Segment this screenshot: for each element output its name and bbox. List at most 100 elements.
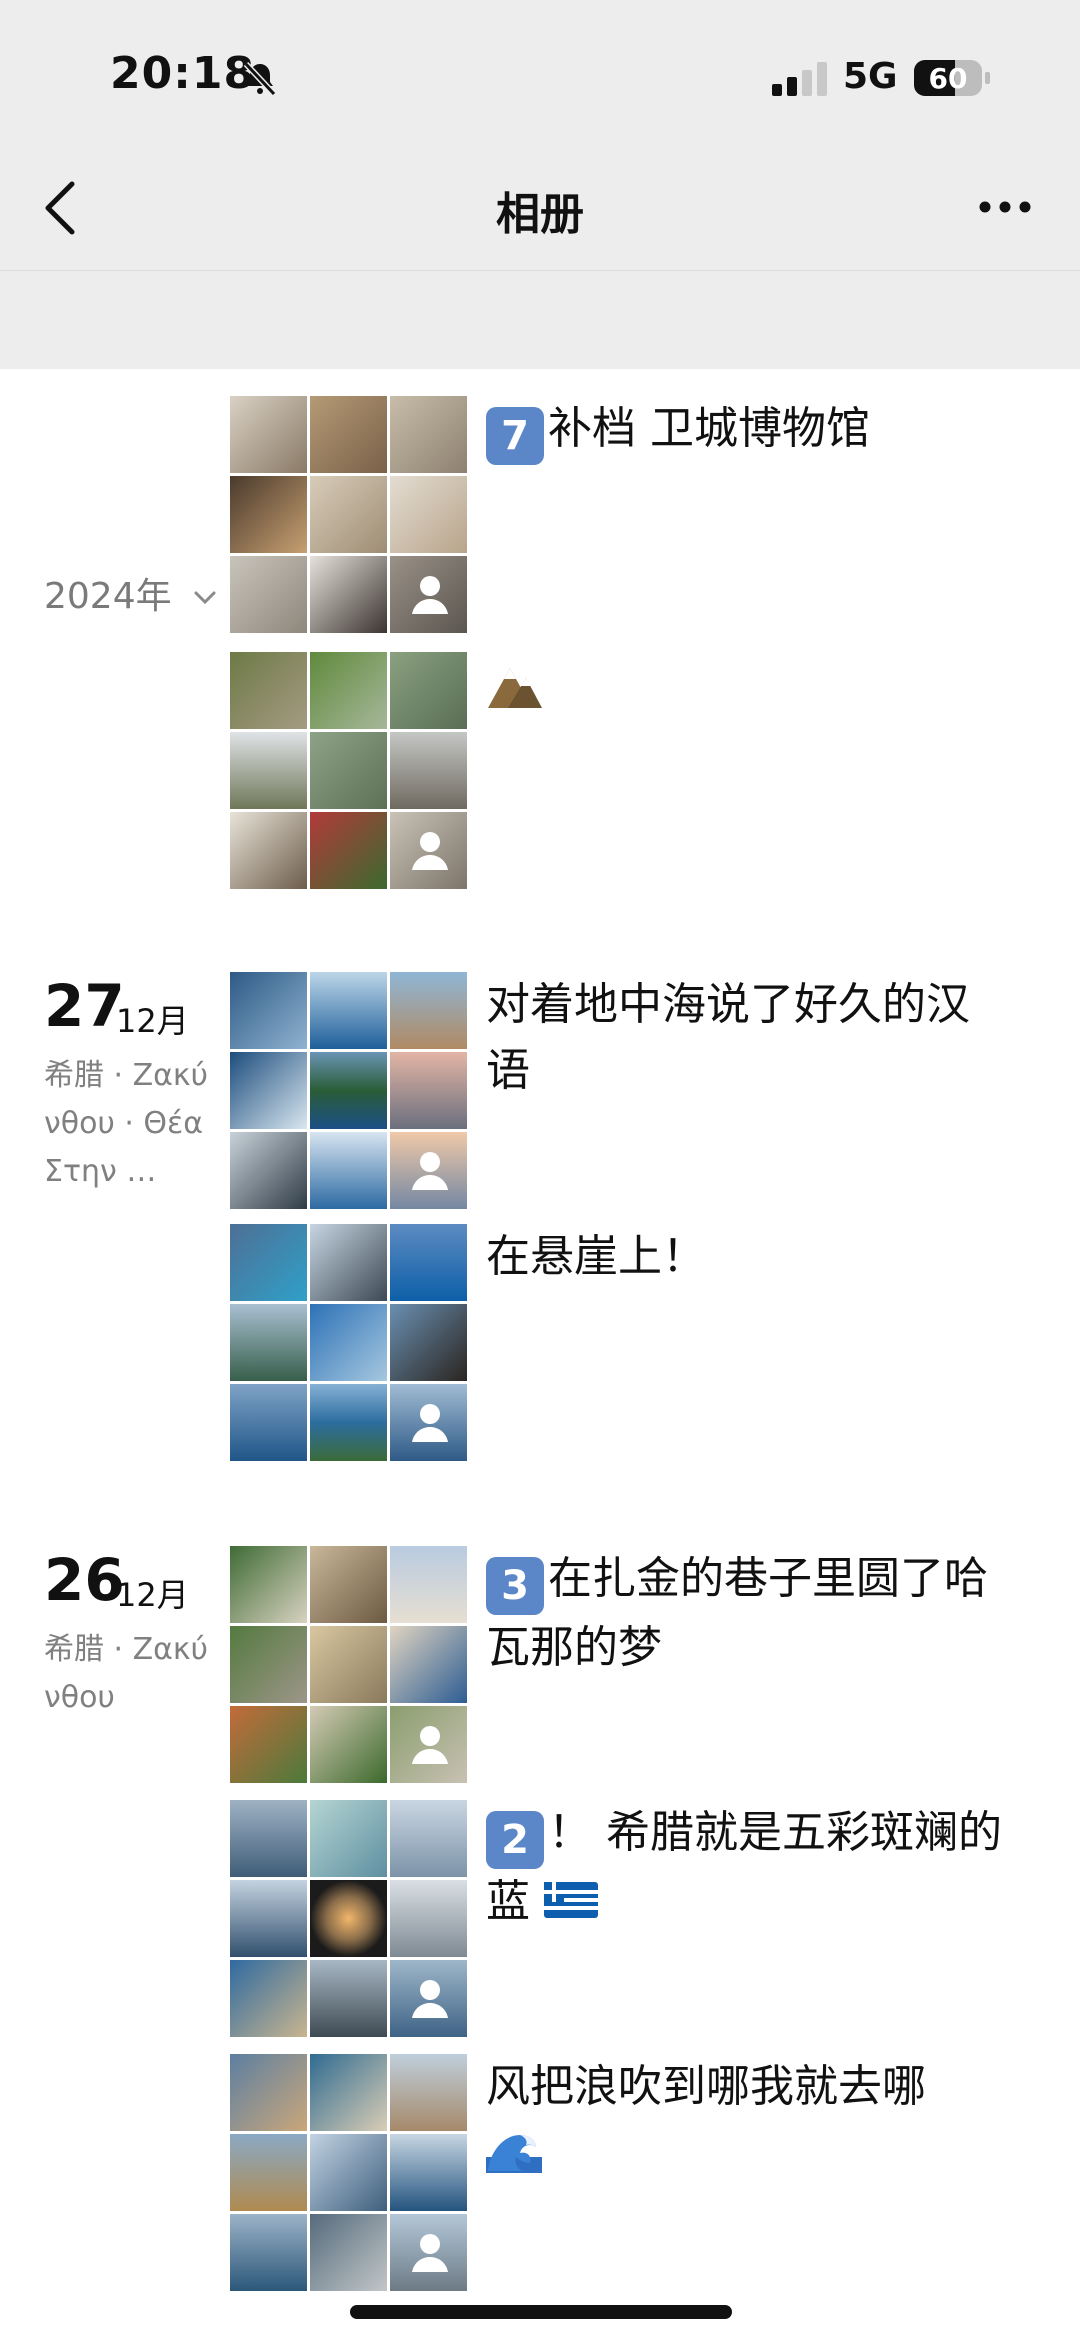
photo-thumb <box>230 1384 307 1461</box>
year-filter[interactable]: 2024年 <box>44 567 217 619</box>
photo-thumb <box>390 732 467 809</box>
photo-thumb <box>310 1546 387 1623</box>
battery-icon: 60 <box>914 60 982 96</box>
tagged-person-icon <box>412 1980 448 2018</box>
chevron-down-icon <box>194 591 216 605</box>
photo-thumb <box>230 812 307 889</box>
photo-thumb <box>390 2214 467 2291</box>
photo-thumb <box>310 812 387 889</box>
post-caption[interactable] <box>486 662 1006 729</box>
photo-thumb <box>230 2134 307 2211</box>
photo-thumb <box>390 1304 467 1381</box>
photo-thumb <box>230 1626 307 1703</box>
photo-thumb <box>230 1304 307 1381</box>
photo-grid-alleys[interactable] <box>230 1546 468 1784</box>
home-indicator[interactable] <box>350 2305 732 2319</box>
photo-thumb <box>390 2054 467 2131</box>
photo-thumb <box>310 1800 387 1877</box>
silent-bell-icon <box>243 61 277 97</box>
photo-thumb <box>390 1224 467 1301</box>
photo-thumb <box>390 476 467 553</box>
photo-thumb <box>390 1132 467 1209</box>
photo-grid-sea[interactable] <box>230 972 468 1210</box>
year-filter-bar: 2024年 <box>0 270 1080 617</box>
photo-thumb <box>390 1626 467 1703</box>
keycap-number-badge: 3 <box>486 1557 544 1615</box>
photo-thumb <box>230 972 307 1049</box>
photo-thumb <box>310 1960 387 2037</box>
photo-thumb <box>390 652 467 729</box>
photo-grid-blue[interactable] <box>230 1800 468 2038</box>
date-day: 27 <box>44 972 125 1040</box>
tagged-person-icon <box>412 832 448 870</box>
photo-thumb <box>310 1132 387 1209</box>
photo-thumb <box>230 556 307 633</box>
photo-thumb <box>310 1880 387 1957</box>
tagged-person-icon <box>412 2234 448 2272</box>
tagged-person-icon <box>412 1404 448 1442</box>
photo-thumb <box>310 396 387 473</box>
battery-tip <box>985 72 990 84</box>
tagged-person-icon <box>412 1152 448 1190</box>
post-caption[interactable]: 3 在扎金的巷子里圆了哈瓦那的梦 <box>486 1546 1006 1681</box>
greek-flag-emoji-icon <box>544 1882 598 1918</box>
date-location[interactable]: 希腊 · Ζακύνθου <box>44 1626 216 1722</box>
tagged-person-icon <box>412 1726 448 1764</box>
photo-thumb <box>390 1960 467 2037</box>
photo-thumb <box>310 1224 387 1301</box>
photo-thumb <box>390 556 467 633</box>
status-time: 20:18 <box>110 48 256 99</box>
photo-thumb <box>230 1546 307 1623</box>
photo-thumb <box>390 1384 467 1461</box>
date-location[interactable]: 希腊 · Ζακύνθου · Θέα Στην … <box>44 1052 216 1196</box>
photo-thumb <box>390 1880 467 1957</box>
more-options-icon[interactable] <box>978 194 1032 220</box>
photo-thumb <box>310 1384 387 1461</box>
year-filter-label: 2024年 <box>44 576 172 617</box>
photo-thumb <box>230 396 307 473</box>
tagged-person-icon <box>412 576 448 614</box>
post-caption[interactable]: 2！ 希腊就是五彩斑斓的蓝 <box>486 1800 1006 1935</box>
photo-thumb <box>390 812 467 889</box>
top-bar: 20:18 5G 60 相册 <box>0 0 1080 270</box>
photo-grid-cliff[interactable] <box>230 1224 468 1462</box>
photo-thumb <box>230 1052 307 1129</box>
photo-thumb <box>390 1546 467 1623</box>
photo-thumb <box>230 1800 307 1877</box>
photo-thumb <box>230 1880 307 1957</box>
photo-thumb <box>310 972 387 1049</box>
photo-thumb <box>310 556 387 633</box>
date-month: 12月 <box>116 1576 189 1614</box>
signal-icon <box>772 62 827 96</box>
post-caption-text: 补档 卫城博物馆 <box>548 403 870 454</box>
photo-thumb <box>230 1706 307 1783</box>
date-day: 26 <box>44 1546 125 1614</box>
date-month: 12月 <box>116 1002 189 1040</box>
post-caption[interactable]: 对着地中海说了好久的汉语 <box>486 972 1006 1104</box>
photo-thumb <box>310 2214 387 2291</box>
photo-thumb <box>230 1132 307 1209</box>
battery-level: 60 <box>928 62 968 95</box>
keycap-number-badge: 2 <box>486 1811 544 1869</box>
photo-thumb <box>310 2134 387 2211</box>
post-caption[interactable]: 风把浪吹到哪我就去哪 <box>486 2054 1006 2186</box>
photo-grid-museum[interactable] <box>230 396 468 634</box>
photo-thumb <box>230 1960 307 2037</box>
photo-thumb <box>310 1304 387 1381</box>
photo-thumb <box>310 1706 387 1783</box>
photo-thumb <box>230 1224 307 1301</box>
post-caption[interactable]: 7 补档 卫城博物馆 <box>486 396 1006 465</box>
post-caption[interactable]: 在悬崖上！ <box>486 1224 1006 1290</box>
photo-thumb <box>230 732 307 809</box>
wave-emoji-icon <box>486 2135 542 2173</box>
photo-thumb <box>230 2214 307 2291</box>
photo-thumb <box>310 1626 387 1703</box>
photo-thumb <box>390 2134 467 2211</box>
photo-thumb <box>390 1800 467 1877</box>
page-title: 相册 <box>496 189 584 240</box>
photo-thumb <box>390 972 467 1049</box>
photo-thumb <box>310 2054 387 2131</box>
photo-grid-hike[interactable] <box>230 652 468 890</box>
photo-grid-waves[interactable] <box>230 2054 468 2292</box>
photo-thumb <box>310 732 387 809</box>
